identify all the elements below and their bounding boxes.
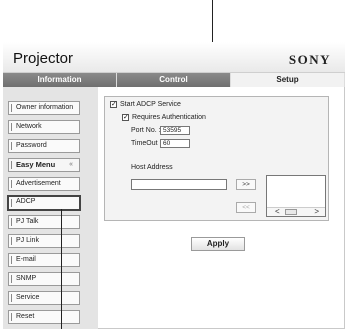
brand-logo: SONY [288, 52, 331, 67]
callout-pointer-bottom [61, 209, 62, 329]
sidebar-item-pj-link[interactable]: PJ Link [8, 234, 80, 248]
chevron-collapse-icon: « [69, 161, 73, 168]
tab-setup[interactable]: Setup [231, 73, 345, 87]
sidebar-item-network[interactable]: Network [8, 120, 80, 134]
sidebar-item-adcp[interactable]: ADCP [7, 195, 81, 211]
sidebar-item-advertisement[interactable]: Advertisement [8, 177, 80, 191]
sidebar-item-easy-menu[interactable]: Easy Menu « [8, 158, 80, 172]
scroll-left-icon[interactable]: < [275, 207, 280, 216]
sidebar-item-pj-talk[interactable]: PJ Talk [8, 215, 80, 229]
scrollbar-thumb[interactable] [285, 209, 297, 215]
scroll-right-icon[interactable]: > [314, 207, 319, 216]
timeout-field[interactable] [160, 139, 190, 148]
tab-bar: Information Control Setup [3, 73, 345, 87]
sidebar-item-e-mail[interactable]: E-mail [8, 253, 80, 267]
port-field[interactable] [160, 126, 190, 135]
host-address-label: Host Address [131, 164, 173, 171]
sidebar-item-snmp[interactable]: SNMP [8, 272, 80, 286]
sidebar-item-password[interactable]: Password [8, 139, 80, 153]
requires-auth-label: Requires Authentication [132, 114, 206, 121]
start-adcp-label: Start ADCP Service [120, 101, 181, 108]
host-address-input[interactable] [131, 179, 227, 190]
port-label: Port No. : [131, 127, 161, 134]
requires-auth-checkbox[interactable]: ✓ [122, 114, 129, 121]
header-bar: Projector SONY [3, 42, 345, 73]
app-title: Projector [13, 50, 74, 67]
tab-control[interactable]: Control [117, 73, 231, 87]
tab-information[interactable]: Information [3, 73, 117, 87]
add-host-button[interactable]: >> [236, 179, 256, 190]
sidebar-item-label: Easy Menu [16, 160, 56, 169]
timeout-label: TimeOut : [131, 140, 162, 147]
sidebar-item-service[interactable]: Service [8, 291, 80, 305]
apply-button[interactable]: Apply [191, 237, 245, 251]
sidebar-item-owner-information[interactable]: Owner information [8, 101, 80, 115]
sidebar-item-reset[interactable]: Reset [8, 310, 80, 324]
horizontal-scrollbar[interactable]: < > [267, 207, 325, 216]
start-adcp-checkbox[interactable]: ✓ [110, 101, 117, 108]
host-address-list[interactable]: < > [266, 175, 326, 217]
remove-host-button[interactable]: << [236, 202, 256, 213]
